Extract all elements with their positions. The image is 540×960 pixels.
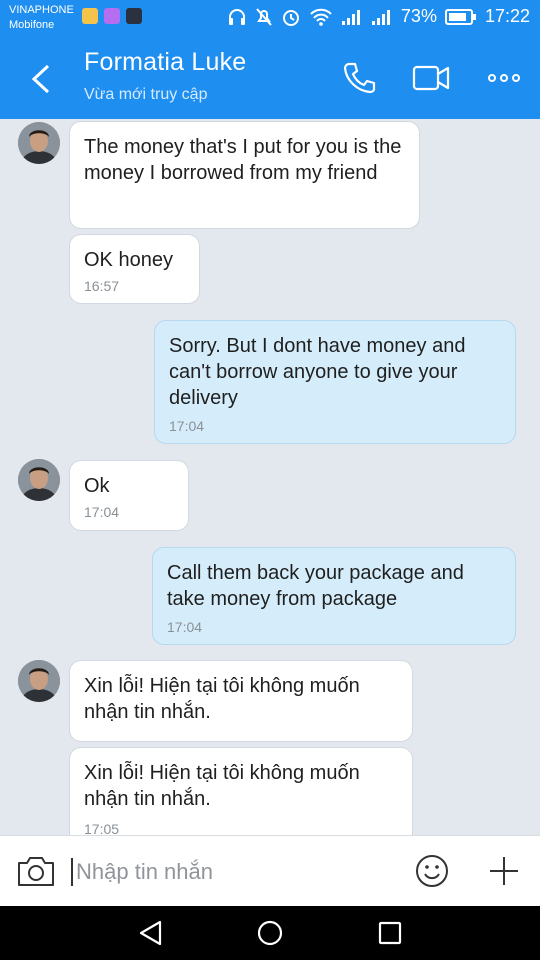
carrier-1: VINAPHONE: [9, 4, 74, 16]
message-bubble-incoming[interactable]: Xin lỗi! Hiện tại tôi không muốn nhận ti…: [69, 747, 413, 835]
wifi-icon: [310, 8, 332, 26]
battery-icon: [444, 8, 476, 25]
contact-avatar[interactable]: [18, 459, 60, 501]
nav-recents-icon[interactable]: [375, 918, 405, 948]
headphones-icon: [228, 8, 245, 25]
message-time: 17:05: [84, 821, 120, 835]
notification-icons: [82, 8, 142, 24]
plus-icon[interactable]: [486, 853, 522, 889]
message-time: 17:04: [169, 418, 205, 434]
battery-percent: 73%: [400, 6, 437, 26]
contact-avatar[interactable]: [18, 122, 60, 164]
signal-icon-1: [341, 9, 360, 25]
app-notification-icon: [82, 8, 98, 24]
video-call-icon[interactable]: [412, 60, 452, 96]
message-input[interactable]: [76, 858, 396, 886]
message-list[interactable]: The money that's I put for you is the mo…: [0, 119, 540, 835]
message-text: Xin lỗi! Hiện tại tôi không muốn nhận ti…: [84, 762, 360, 810]
message-time: 17:04: [84, 504, 120, 520]
nav-back-icon[interactable]: [136, 918, 166, 948]
emoji-icon[interactable]: [414, 853, 450, 889]
message-text: Sorry. But I dont have money and can't b…: [169, 335, 466, 409]
message-text: OK honey: [84, 249, 173, 271]
message-text: Xin lỗi! Hiện tại tôi không muốn nhận ti…: [84, 675, 360, 723]
message-composer: [0, 835, 540, 907]
message-time: 16:57: [84, 278, 120, 294]
status-bar: VINAPHONE Mobifone 73% 17:22: [0, 0, 540, 38]
last-seen-status: Vừa mới truy cập: [84, 86, 208, 103]
back-arrow-icon[interactable]: [26, 62, 56, 96]
message-bubble-incoming[interactable]: The money that's I put for you is the mo…: [69, 121, 420, 229]
silent-icon: [256, 7, 272, 26]
message-text: Ok: [84, 475, 110, 497]
message-bubble-incoming[interactable]: OK honey 16:57: [69, 234, 200, 304]
contact-name: Formatia Luke: [84, 48, 247, 76]
nav-home-icon[interactable]: [255, 918, 285, 948]
message-bubble-incoming[interactable]: Ok 17:04: [69, 460, 189, 531]
system-navigation-bar: [0, 906, 540, 960]
alarm-icon: [282, 9, 299, 26]
phone-icon[interactable]: [340, 60, 380, 96]
carrier-2: Mobifone: [9, 19, 55, 31]
carrier-info: VINAPHONE Mobifone: [9, 3, 74, 33]
camera-icon[interactable]: [16, 854, 56, 888]
more-options-icon[interactable]: [484, 60, 524, 96]
gallery-notification-icon: [104, 8, 120, 24]
message-text: The money that's I put for you is the mo…: [84, 136, 402, 184]
message-bubble-outgoing[interactable]: Sorry. But I dont have money and can't b…: [154, 320, 516, 444]
system-icons: 73% 17:22: [227, 6, 530, 27]
chat-header: Formatia Luke Vừa mới truy cập: [0, 38, 540, 119]
clock: 17:22: [484, 6, 530, 26]
signal-icon-2: [371, 9, 390, 25]
message-bubble-outgoing[interactable]: Call them back your package and take mon…: [152, 547, 516, 645]
text-cursor: [71, 858, 73, 886]
app-notification-icon-2: [126, 8, 142, 24]
contact-avatar[interactable]: [18, 660, 60, 702]
message-time: 17:04: [167, 619, 203, 635]
message-bubble-incoming[interactable]: Xin lỗi! Hiện tại tôi không muốn nhận ti…: [69, 660, 413, 742]
message-text: Call them back your package and take mon…: [167, 562, 464, 610]
